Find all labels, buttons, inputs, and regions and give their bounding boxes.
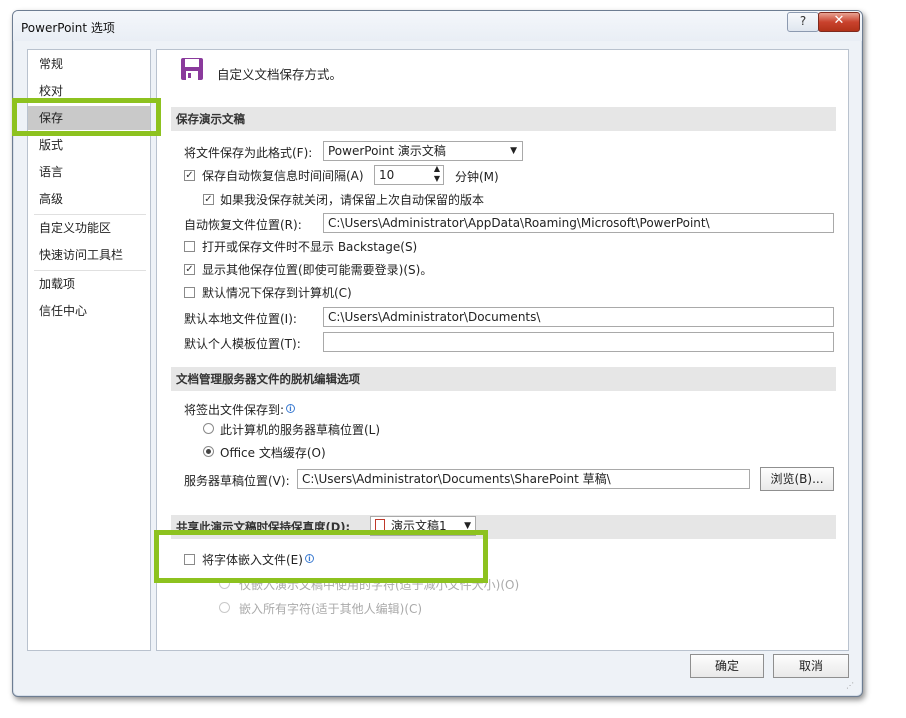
nav-item-add-ins[interactable]: 加载项	[28, 272, 150, 296]
office-cache-radio[interactable]	[203, 446, 214, 457]
save-format-label: 将文件保存为此格式(F):	[184, 146, 313, 160]
nav-item-advanced[interactable]: 高级	[28, 187, 150, 211]
embed-all-chars-radio[interactable]	[219, 602, 230, 613]
server-drafts-radio[interactable]	[203, 423, 214, 434]
save-format-value: PowerPoint 演示文稿	[328, 144, 446, 158]
spinner-arrows-icon: ▲ ▼	[433, 165, 440, 183]
drafts-location-input[interactable]: C:\Users\Administrator\Documents\SharePo…	[297, 469, 750, 489]
title-bar: PowerPoint 选项 ? ✕	[13, 11, 862, 41]
nav-divider	[34, 214, 146, 215]
section-offline-editing: 文档管理服务器文件的脱机编辑选项	[171, 367, 836, 391]
minutes-label: 分钟(M)	[455, 170, 499, 184]
no-backstage-label: 打开或保存文件时不显示 Backstage(S)	[202, 240, 418, 254]
window-title: PowerPoint 选项	[21, 21, 115, 35]
drafts-location-label: 服务器草稿位置(V):	[184, 474, 290, 488]
save-to-computer-checkbox[interactable]	[184, 287, 195, 298]
autorecover-minutes-value: 10	[379, 168, 395, 182]
info-icon: i	[286, 404, 295, 413]
section-save-presentations: 保存演示文稿	[171, 107, 836, 131]
help-button[interactable]: ?	[787, 12, 819, 32]
save-format-select[interactable]: PowerPoint 演示文稿 ▼	[323, 141, 523, 161]
options-nav: 常规 校对 保存 版式 语言 高级 自定义功能区 快速访问工具栏 加载项 信任中…	[27, 49, 151, 651]
nav-item-customize-ribbon[interactable]: 自定义功能区	[28, 216, 150, 240]
personal-templates-label: 默认个人模板位置(T):	[184, 337, 301, 351]
show-other-locations-checkbox[interactable]: ✓	[184, 264, 195, 275]
chevron-down-icon: ▼	[510, 146, 517, 156]
page-title: 自定义文档保存方式。	[217, 67, 343, 82]
nav-item-language[interactable]: 语言	[28, 160, 150, 184]
default-local-location-label: 默认本地文件位置(I):	[184, 312, 297, 326]
highlight-box-embed-fonts	[154, 530, 488, 583]
resize-grip-icon[interactable]: ⋰	[846, 681, 854, 690]
autorecover-label: 保存自动恢复信息时间间隔(A)	[202, 169, 364, 183]
cancel-button[interactable]: 取消	[773, 654, 849, 678]
browse-button[interactable]: 浏览(B)...	[760, 467, 834, 491]
office-cache-label: Office 文档缓存(O)	[220, 446, 326, 460]
nav-item-layout[interactable]: 版式	[28, 133, 150, 157]
save-to-computer-label: 默认情况下保存到计算机(C)	[202, 286, 352, 300]
autorecover-checkbox[interactable]: ✓	[184, 170, 195, 181]
personal-templates-input[interactable]	[323, 332, 834, 352]
no-backstage-checkbox[interactable]	[184, 241, 195, 252]
nav-item-general[interactable]: 常规	[28, 52, 150, 76]
autorecover-location-input[interactable]: C:\Users\Administrator\AppData\Roaming\M…	[323, 213, 834, 233]
embed-all-chars-label: 嵌入所有字符(适于其他人编辑)(C)	[239, 602, 423, 616]
show-other-locations-label: 显示其他保存位置(即使可能需要登录)(S)。	[202, 263, 433, 277]
close-button[interactable]: ✕	[818, 12, 860, 32]
ok-button[interactable]: 确定	[690, 654, 764, 678]
server-drafts-label: 此计算机的服务器草稿位置(L)	[220, 423, 381, 437]
autorecover-location-label: 自动恢复文件位置(R):	[184, 218, 302, 232]
autorecover-minutes-spinner[interactable]: 10 ▲ ▼	[374, 165, 444, 185]
default-local-location-input[interactable]: C:\Users\Administrator\Documents\	[323, 307, 834, 327]
checkout-label: 将签出文件保存到:	[184, 403, 285, 417]
save-disk-icon	[181, 58, 203, 80]
nav-item-quick-access-toolbar[interactable]: 快速访问工具栏	[28, 243, 150, 267]
nav-item-trust-center[interactable]: 信任中心	[28, 299, 150, 323]
keep-last-version-label: 如果我没保存就关闭，请保留上次自动保留的版本	[220, 193, 485, 207]
nav-divider	[34, 270, 146, 271]
keep-last-version-checkbox[interactable]: ✓	[203, 194, 214, 205]
highlight-box-save-nav	[12, 98, 161, 136]
